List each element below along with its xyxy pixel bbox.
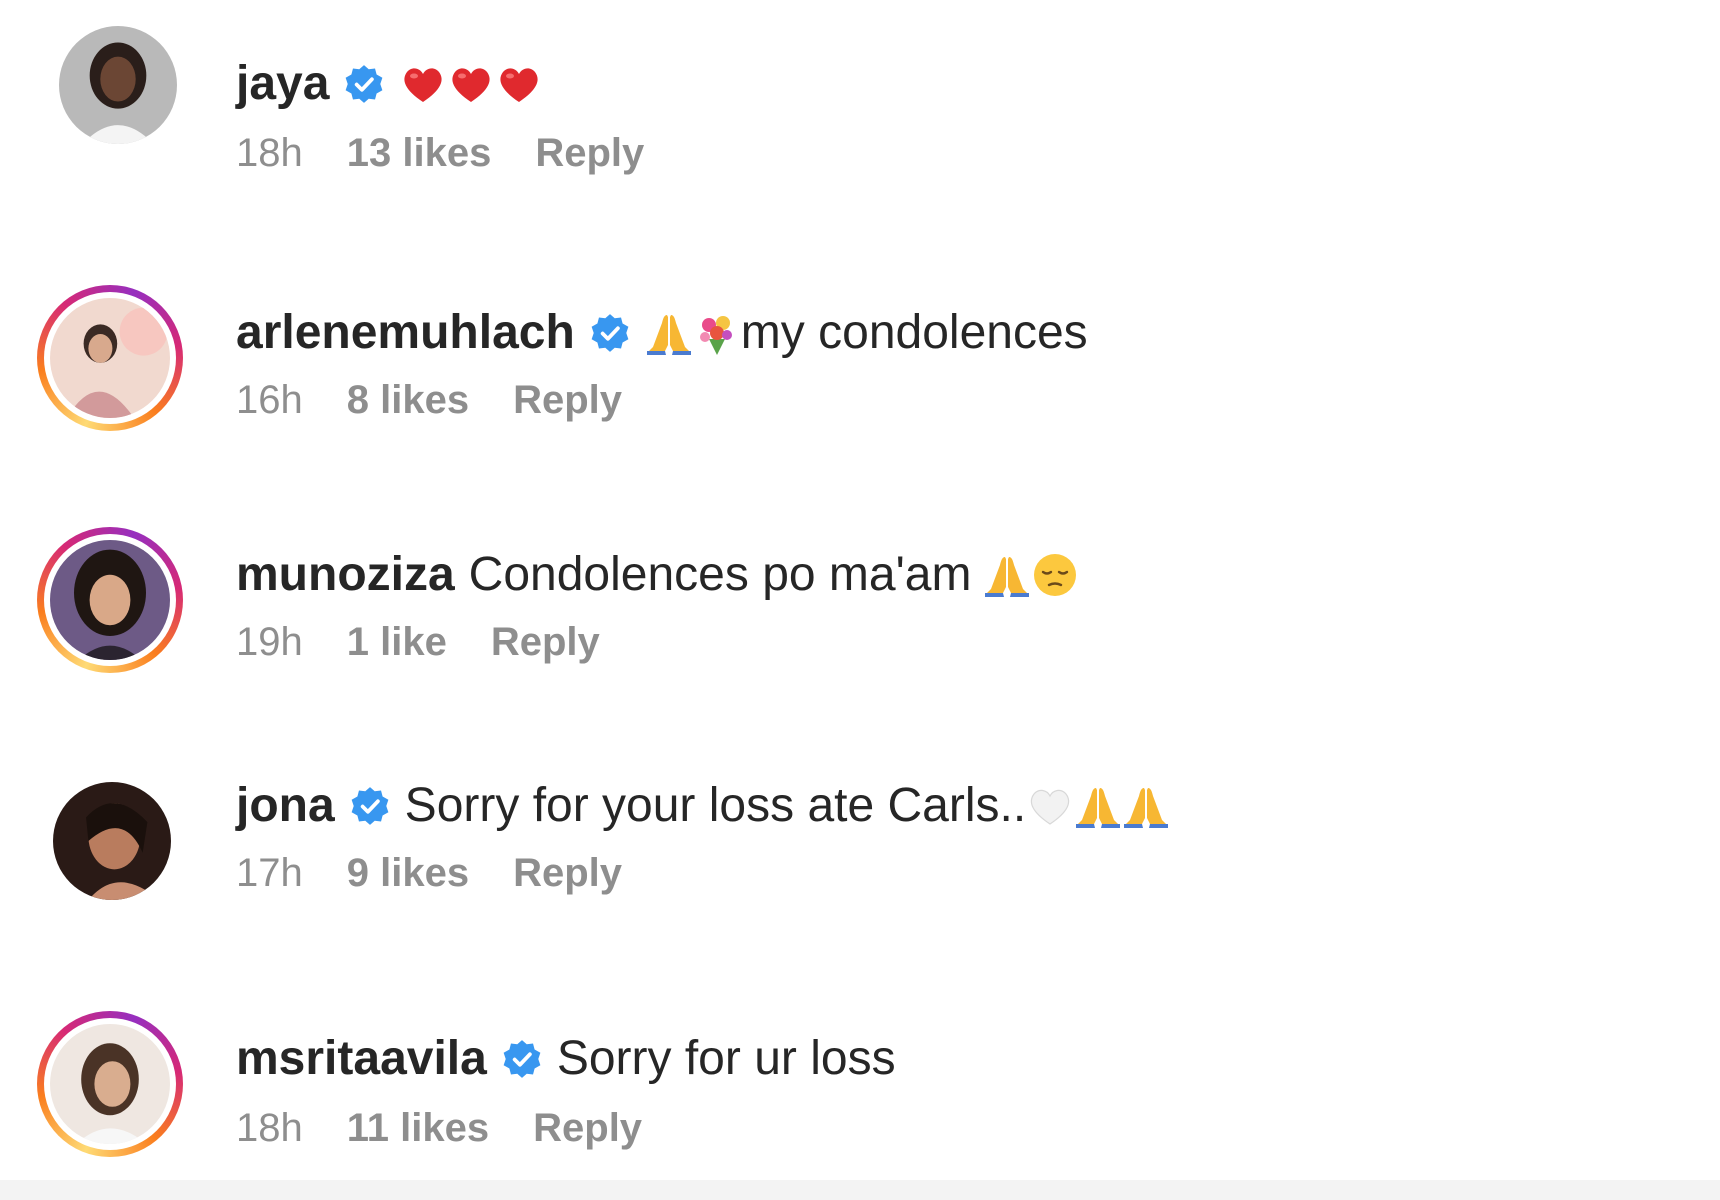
comment-text: my condolences: [740, 306, 1088, 359]
comment-line: arlenemuhlach my condolences: [236, 303, 1088, 363]
avatar: [50, 298, 170, 418]
comment-timestamp[interactable]: 18h: [236, 1103, 303, 1153]
red-heart-icon: [399, 60, 447, 108]
username[interactable]: jona: [236, 776, 335, 836]
like-count[interactable]: 9 likes: [347, 848, 469, 898]
comment-timestamp[interactable]: 19h: [236, 617, 303, 667]
verified-badge-icon: [501, 1038, 543, 1080]
comment-line: jona Sorry for your loss ate Carls..: [236, 776, 1170, 836]
folded-hands-icon: [1074, 782, 1122, 830]
comment-item: msritaavila Sorry for ur loss 18h 11 lik…: [0, 1009, 1720, 1179]
comment-meta: 18h 11 likes Reply: [236, 1103, 642, 1153]
verified-badge-icon: [349, 785, 391, 827]
avatar[interactable]: [53, 782, 171, 900]
folded-hands-icon: [983, 551, 1031, 599]
comment-item: munoziza Condolences po ma'am 19h 1 like…: [0, 525, 1720, 695]
comment-item: arlenemuhlach my condolences 16h 8 likes…: [0, 283, 1720, 453]
comment-text: Sorry for ur loss: [556, 1032, 896, 1085]
username[interactable]: jaya: [236, 54, 329, 114]
comment-line: msritaavila Sorry for ur loss: [236, 1029, 896, 1089]
avatar[interactable]: [59, 26, 177, 144]
like-count[interactable]: 13 likes: [347, 128, 492, 178]
white-heart-icon: [1026, 782, 1074, 830]
comment-meta: 17h 9 likes Reply: [236, 848, 622, 898]
reply-button[interactable]: Reply: [513, 848, 622, 898]
avatar-story-ring[interactable]: [37, 285, 183, 431]
username[interactable]: msritaavila: [236, 1029, 487, 1089]
verified-badge-icon: [343, 63, 385, 105]
folded-hands-icon: [1122, 782, 1170, 830]
folded-hands-icon: [645, 309, 693, 357]
avatar-story-ring[interactable]: [37, 1011, 183, 1157]
avatar: [50, 1024, 170, 1144]
comment-meta: 19h 1 like Reply: [236, 617, 600, 667]
comment-line: jaya: [236, 54, 543, 114]
avatar: [50, 540, 170, 660]
bouquet-icon: [693, 309, 741, 357]
reply-button[interactable]: Reply: [533, 1103, 642, 1153]
comment-timestamp[interactable]: 16h: [236, 375, 303, 425]
reply-button[interactable]: Reply: [513, 375, 622, 425]
comment-timestamp[interactable]: 18h: [236, 128, 303, 178]
red-heart-icon: [447, 60, 495, 108]
like-count[interactable]: 11 likes: [347, 1103, 489, 1153]
username[interactable]: arlenemuhlach: [236, 303, 575, 363]
comment-timestamp[interactable]: 17h: [236, 848, 303, 898]
reply-button[interactable]: Reply: [491, 617, 600, 667]
bottom-scroll-edge: [0, 1180, 1720, 1200]
reply-button[interactable]: Reply: [535, 128, 644, 178]
red-heart-icon: [495, 60, 543, 108]
comment-item: jaya 18h 13 likes Reply: [0, 26, 1720, 196]
comment-text: Condolences po ma'am: [468, 548, 972, 601]
comment-list: jaya 18h 13 likes Reply arlenemuhlach my…: [0, 0, 1720, 1200]
avatar-story-ring[interactable]: [37, 527, 183, 673]
verified-badge-icon: [589, 312, 631, 354]
comment-item: jona Sorry for your loss ate Carls.. 17h…: [0, 768, 1720, 938]
username[interactable]: munoziza: [236, 545, 455, 605]
comment-line: munoziza Condolences po ma'am: [236, 545, 1079, 605]
comment-meta: 16h 8 likes Reply: [236, 375, 622, 425]
like-count[interactable]: 8 likes: [347, 375, 469, 425]
comment-text: Sorry for your loss ate Carls..: [404, 779, 1027, 832]
comment-meta: 18h 13 likes Reply: [236, 128, 644, 178]
pensive-face-icon: [1031, 551, 1079, 599]
like-count[interactable]: 1 like: [347, 617, 447, 667]
